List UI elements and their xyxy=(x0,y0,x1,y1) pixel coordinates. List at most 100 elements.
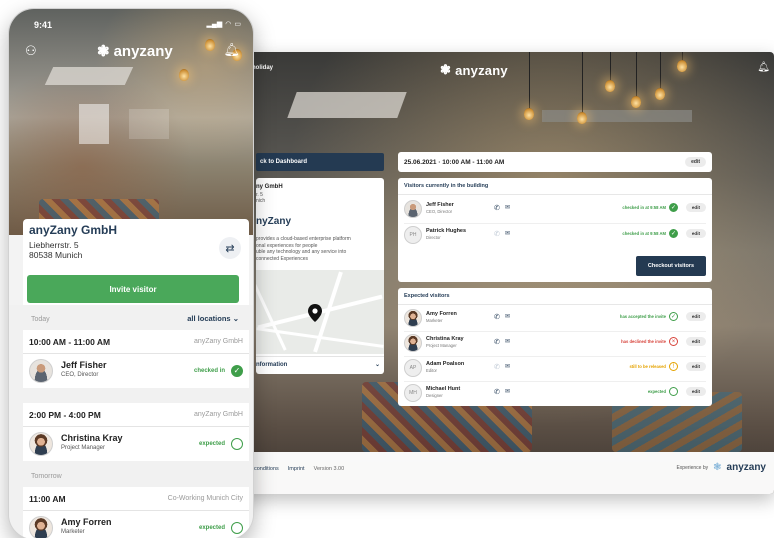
visitor-row[interactable]: Jeff Fisher CEO, Director ✆ ✉ checked in… xyxy=(404,199,706,221)
back-to-dashboard-button[interactable]: ck to Dashboard xyxy=(256,153,384,171)
invite-visitor-button[interactable]: Invite visitor xyxy=(27,275,239,303)
switch-location-icon[interactable]: ⇄ xyxy=(219,237,241,259)
phone-icon[interactable]: ✆ xyxy=(494,363,500,371)
chevron-down-icon: ⌄ xyxy=(374,362,380,368)
visitor-role: Director xyxy=(426,235,441,240)
phone-screen: 9:41 ▂▄▆ ◠ ▭ ⚇ ❃ anyzany 🔔︎ anyZany GmbH… xyxy=(8,8,254,538)
anyzany-logo-icon: ❃ xyxy=(97,43,110,60)
information-toggle[interactable]: nformation ⌄ xyxy=(256,356,384,372)
phone-icon[interactable]: ✆ xyxy=(494,313,500,321)
phone-icon[interactable]: ✆ xyxy=(494,230,500,238)
phone-logo: ❃ anyzany xyxy=(97,42,173,61)
panel-title: Expected visitors xyxy=(404,293,450,299)
bell-icon[interactable]: 🔔︎ xyxy=(757,62,770,73)
visitor-role: Project Manager xyxy=(61,445,106,451)
visitor-edit-button[interactable]: edit xyxy=(685,362,706,371)
avatar xyxy=(404,200,422,218)
visitor-role: Marketer xyxy=(426,318,443,323)
mail-icon[interactable]: ✉ xyxy=(505,388,510,395)
phone-icon[interactable]: ✆ xyxy=(494,388,500,396)
mail-icon[interactable]: ✉ xyxy=(505,230,510,237)
conditions-link[interactable]: conditions xyxy=(254,466,279,472)
visitor-row[interactable]: Christina Kray Project Manager ✆ ✉ has d… xyxy=(404,333,706,355)
visitor-status: checked in at 9:58 AM xyxy=(622,231,666,236)
phone-icon[interactable]: ✆ xyxy=(494,204,500,212)
location-name: ny GmbH xyxy=(256,184,283,190)
time-slot-panel: 25.06.2021 · 10:00 AM - 11:00 AM edit xyxy=(398,152,712,172)
mail-icon[interactable]: ✉ xyxy=(505,363,510,370)
slot-time: 10:00 AM - 11:00 AM xyxy=(29,337,111,347)
all-locations-dropdown[interactable]: all locations ⌄ xyxy=(187,314,239,323)
tablet-topbar: holiday ❃ anyzany 🔔︎ xyxy=(212,52,774,88)
visitor-row[interactable]: MH Michael Hunt Designer ✆ ✉ expected ed… xyxy=(404,383,706,405)
divider xyxy=(398,304,712,305)
avatar: PH xyxy=(404,226,422,244)
visitor-role: Project Manager xyxy=(426,343,457,348)
mail-icon[interactable]: ✉ xyxy=(505,204,510,211)
expected-visitors-panel: Expected visitors Amy Forren Marketer ✆ … xyxy=(398,288,712,406)
visitor-name: Amy Forren xyxy=(426,311,457,317)
empty-circle-icon xyxy=(231,438,243,450)
company-card: anyZany GmbH Liebherrstr. 5 80538 Munich… xyxy=(23,219,249,309)
visitor-status: still to be released xyxy=(629,364,666,369)
time-slot-edit-button[interactable]: edit xyxy=(685,157,706,167)
visitor-edit-button[interactable]: edit xyxy=(685,203,706,212)
company-name: anyZany GmbH xyxy=(29,223,118,237)
signal-icon: ▂▄▆ xyxy=(206,21,223,28)
mail-icon[interactable]: ✉ xyxy=(505,338,510,345)
visitor-edit-button[interactable]: edit xyxy=(685,312,706,321)
day-label: Today xyxy=(31,316,50,323)
empty-circle-icon xyxy=(669,387,678,396)
ceiling-ac-unit xyxy=(287,92,407,118)
slot-location: Co-Working Munich City xyxy=(167,495,243,502)
mail-icon[interactable]: ✉ xyxy=(505,313,510,320)
ceiling-beam xyxy=(542,110,692,122)
slot-time: 2:00 PM - 4:00 PM xyxy=(29,410,101,420)
check-icon: ✓ xyxy=(669,229,678,238)
slot-time: 11:00 AM xyxy=(29,494,66,504)
visitor-row[interactable]: AP Adam Poalson Editor ✆ ✉ still to be r… xyxy=(404,358,706,380)
avatar xyxy=(29,516,53,538)
visitor-role: CEO, Director xyxy=(426,209,453,214)
location-map[interactable] xyxy=(256,270,384,354)
visit-slot[interactable]: 10:00 AM - 11:00 AM anyZany GmbH Jeff Fi… xyxy=(23,330,249,388)
anyzany-logo-icon: ❃ xyxy=(713,462,722,473)
phone-icon[interactable]: ✆ xyxy=(494,338,500,346)
tablet-footer: conditions Imprint Version 3.00 Experien… xyxy=(212,452,774,494)
checkout-visitors-button[interactable]: Checkout visitors xyxy=(636,256,706,276)
holiday-label: holiday xyxy=(252,65,274,71)
visitor-name: Adam Poalson xyxy=(426,361,465,367)
location-address: r. 5 nich xyxy=(256,192,266,204)
visitor-role: Marketer xyxy=(61,529,85,535)
footer-logo: anyzany xyxy=(726,462,766,473)
imprint-link[interactable]: Imprint xyxy=(288,466,305,472)
divider xyxy=(404,356,706,357)
user-icon[interactable]: ⚇ xyxy=(25,43,37,59)
pending-icon: ! xyxy=(669,362,678,371)
visitor-row[interactable]: Amy Forren Marketer ✆ ✉ has accepted the… xyxy=(404,308,706,330)
pendant-lamp xyxy=(631,96,641,108)
visitor-edit-button[interactable]: edit xyxy=(685,387,706,396)
tablet-screen: holiday ❃ anyzany 🔔︎ ck to Dashboard ny … xyxy=(212,52,774,494)
visitor-name: Michael Hunt xyxy=(426,386,461,392)
avatar xyxy=(404,334,422,352)
divider xyxy=(398,194,712,195)
visitor-edit-button[interactable]: edit xyxy=(685,337,706,346)
visit-slot[interactable]: 11:00 AM Co-Working Munich City Amy Forr… xyxy=(23,487,249,538)
divider xyxy=(404,223,706,224)
panel-title: Visitors currently in the building xyxy=(404,183,489,189)
slot-location: anyZany GmbH xyxy=(193,411,243,418)
avatar xyxy=(404,309,422,327)
location-card: ny GmbH r. 5 nich nyZany provides a clou… xyxy=(256,178,384,374)
visit-slot[interactable]: 2:00 PM - 4:00 PM anyZany GmbH Christina… xyxy=(23,403,249,461)
bell-icon[interactable]: 🔔︎ xyxy=(223,42,240,58)
slot-location: anyZany GmbH xyxy=(193,338,243,345)
declined-icon: × xyxy=(669,337,678,346)
visitor-status: checked in xyxy=(193,368,225,374)
pendant-lamp xyxy=(655,88,665,100)
tablet-logo[interactable]: ❃ anyzany xyxy=(440,62,508,78)
visitor-row[interactable]: PH Patrick Hughes Director ✆ ✉ checked i… xyxy=(404,225,706,247)
visitor-status: expected xyxy=(647,389,666,394)
visitor-status: expected xyxy=(198,525,225,531)
visitor-edit-button[interactable]: edit xyxy=(685,229,706,238)
